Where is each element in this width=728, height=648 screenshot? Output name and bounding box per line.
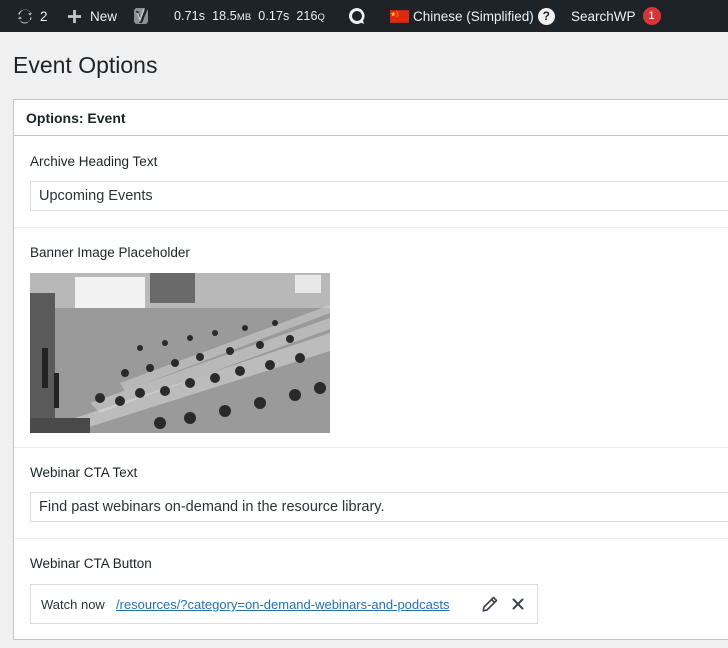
china-flag-icon [390, 9, 409, 23]
searchwp-notification-badge: 1 [642, 7, 661, 25]
searchwp-menu[interactable]: SearchWP 1 [571, 0, 661, 32]
translate-menu[interactable] [347, 0, 367, 32]
qm-queries-value: 216 [296, 9, 318, 23]
webinar-cta-button-label: Webinar CTA Button [30, 556, 152, 571]
postbox-header: Options: Event [14, 100, 728, 136]
qm-queries: 216Q [296, 9, 325, 23]
language-label: Chinese (Simplified) [413, 8, 534, 24]
qm-memory: 18.5MB [212, 9, 251, 23]
archive-heading-label: Archive Heading Text [30, 154, 158, 169]
qm-memory-value: 18.5 [212, 9, 237, 23]
postbox-title: Options: Event [26, 110, 126, 126]
new-content-menu[interactable]: New [67, 0, 117, 32]
archive-heading-field: Archive Heading Text Upcoming Events [14, 137, 728, 228]
qm-time-1: 0.71s [174, 9, 206, 23]
admin-bar: 2 New 0.71s 18.5MB 0.17s 216Q Chinese (S… [0, 0, 728, 32]
plus-icon [67, 9, 82, 23]
link-field-box: Watch now /resources/?category=on-demand… [30, 584, 538, 624]
updates-count: 2 [40, 8, 48, 24]
yoast-icon [134, 8, 148, 24]
question-icon[interactable]: ? [537, 7, 555, 25]
qm-time-2: 0.17s [258, 9, 290, 23]
link-url[interactable]: /resources/?category=on-demand-webinars-… [116, 597, 450, 612]
qm-queries-unit: Q [317, 12, 326, 23]
new-label: New [90, 8, 118, 24]
webinar-cta-text-label: Webinar CTA Text [30, 465, 138, 480]
webinar-cta-text-input[interactable]: Find past webinars on-demand in the reso… [30, 492, 728, 522]
speech-bubble-icon [348, 7, 365, 24]
archive-heading-input[interactable]: Upcoming Events [30, 181, 728, 211]
banner-image[interactable] [30, 273, 330, 433]
refresh-icon [17, 9, 33, 24]
query-monitor[interactable]: 0.71s 18.5MB 0.17s 216Q [174, 0, 325, 32]
options-postbox: Options: Event Archive Heading Text Upco… [13, 99, 728, 640]
close-icon[interactable] [510, 596, 526, 612]
banner-image-label: Banner Image Placeholder [30, 245, 190, 260]
searchwp-label: SearchWP [571, 8, 636, 24]
link-title: Watch now [41, 597, 105, 612]
conference-photo [30, 273, 330, 433]
webinar-cta-text-field: Webinar CTA Text Find past webinars on-d… [14, 448, 728, 539]
pencil-icon[interactable] [482, 596, 498, 612]
updates-menu[interactable]: 2 [16, 0, 48, 32]
language-switcher[interactable]: Chinese (Simplified) ? [390, 0, 555, 32]
page-title: Event Options [13, 52, 158, 78]
yoast-menu[interactable] [133, 0, 153, 32]
qm-memory-unit: MB [236, 12, 252, 23]
